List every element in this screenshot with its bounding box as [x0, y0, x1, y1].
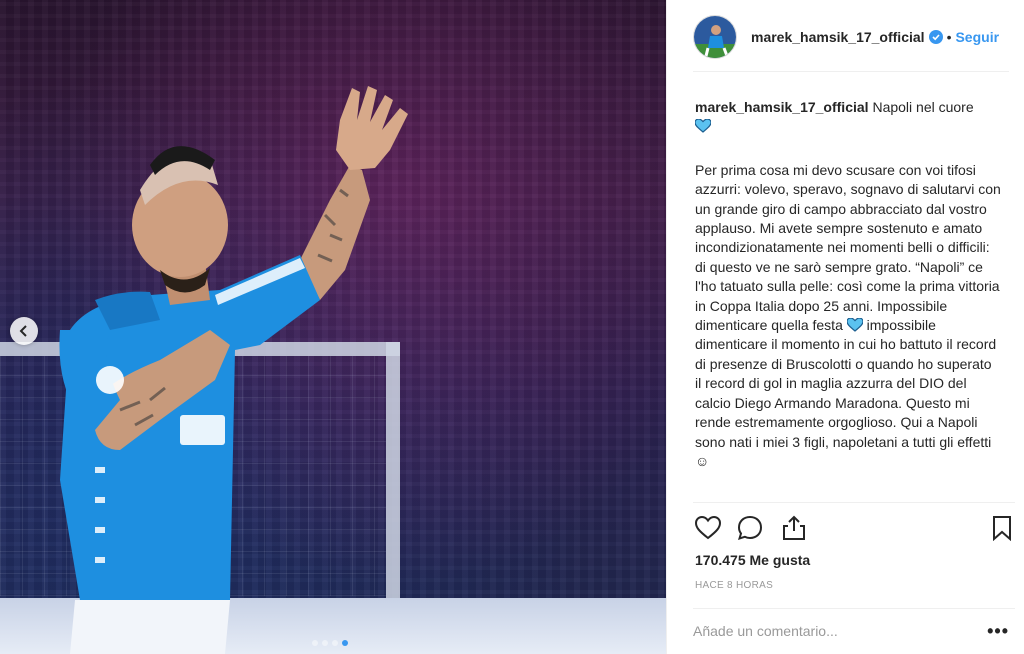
- post-caption: marek_hamsik_17_official Napoli nel cuor…: [695, 98, 1001, 502]
- carousel-prev-button[interactable]: [10, 317, 38, 345]
- blue-heart-emoji-icon: [695, 119, 711, 134]
- username-link[interactable]: marek_hamsik_17_official: [751, 29, 925, 45]
- verified-badge-icon: [928, 29, 943, 44]
- carousel-dot: [332, 640, 338, 646]
- carousel-indicator: [312, 640, 348, 646]
- caption-title: Napoli nel cuore: [872, 99, 974, 115]
- blue-heart-emoji-icon: [846, 318, 863, 332]
- heart-icon[interactable]: [695, 515, 721, 541]
- avatar[interactable]: [693, 14, 737, 59]
- post-header: marek_hamsik_17_official • Seguir: [693, 14, 1009, 72]
- post-timestamp[interactable]: HACE 8 HORAS: [695, 580, 773, 591]
- share-icon[interactable]: [781, 515, 807, 541]
- avatar-image: [694, 15, 736, 58]
- carousel-dot: [322, 640, 328, 646]
- more-options-button[interactable]: •••: [987, 621, 1009, 642]
- separator-dot: •: [946, 28, 952, 45]
- caption-heart-line: [695, 117, 1001, 136]
- comment-area: •••: [693, 608, 1015, 654]
- carousel-dot-active: [342, 640, 348, 646]
- caption-first-line: marek_hamsik_17_official Napoli nel cuor…: [695, 98, 1001, 117]
- comment-icon[interactable]: [737, 515, 763, 541]
- caption-body-part-1: Per prima cosa mi devo scusare con voi t…: [695, 161, 1001, 334]
- chevron-left-icon: [19, 325, 27, 337]
- caption-username-link[interactable]: marek_hamsik_17_official: [695, 99, 869, 115]
- carousel-dot: [312, 640, 318, 646]
- post-sidebar: marek_hamsik_17_official • Seguir marek_…: [666, 0, 1024, 654]
- post-photo[interactable]: [0, 0, 666, 654]
- post-actions: [693, 502, 1015, 546]
- comment-input[interactable]: [693, 623, 973, 639]
- likes-count[interactable]: 170.475 Me gusta: [695, 552, 810, 568]
- player-figure: [59, 86, 408, 654]
- bookmark-icon[interactable]: [989, 515, 1015, 541]
- caption-body-part-2: impossibile dimenticare il momento in cu…: [695, 317, 997, 469]
- follow-button[interactable]: Seguir: [955, 29, 999, 45]
- caption-body: Per prima cosa mi devo scusare con voi t…: [695, 161, 1001, 472]
